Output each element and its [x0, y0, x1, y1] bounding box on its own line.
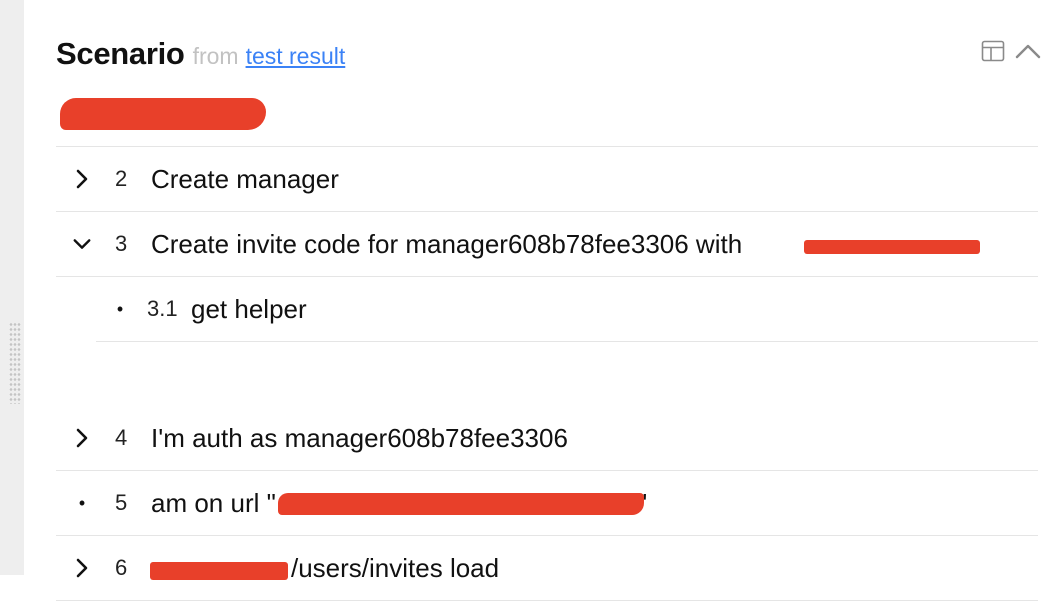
step-text: Create manager — [151, 163, 339, 194]
chevron-up-icon[interactable] — [1015, 42, 1041, 60]
step-row[interactable]: 2 Create manager — [56, 147, 1038, 212]
chevron-down-icon[interactable] — [72, 237, 92, 251]
redacted-text — [804, 240, 980, 254]
header-actions — [981, 40, 1041, 62]
side-rail — [0, 0, 24, 575]
step-row[interactable]: • 5 am on url "" — [56, 471, 1038, 536]
bullet-dot: • — [116, 299, 124, 319]
panel-title: Scenario — [56, 36, 185, 71]
scenario-panel: Scenario from test result 2 Create manag… — [24, 0, 1055, 601]
step-row[interactable]: • 3.1 get helper — [96, 277, 1038, 342]
redacted-scenario-name — [60, 98, 266, 130]
step-row[interactable]: 6 /users/invites load — [56, 536, 1038, 601]
chevron-right-icon[interactable] — [72, 427, 92, 449]
step-text-prefix: am on url " — [151, 487, 276, 518]
step-spacer — [56, 342, 1038, 406]
step-text: Create invite code for manager608b78fee3… — [151, 228, 743, 259]
bullet-dot: • — [78, 493, 86, 513]
step-number: 5 — [115, 490, 128, 515]
step-number: 2 — [115, 166, 128, 191]
layout-panel-icon[interactable] — [981, 40, 1005, 62]
step-row[interactable]: 3 Create invite code for manager608b78fe… — [56, 212, 1038, 277]
test-result-link[interactable]: test result — [246, 43, 346, 70]
step-number: 3 — [115, 231, 128, 256]
redacted-text — [150, 562, 288, 580]
step-number: 6 — [115, 555, 128, 580]
step-text-tail: /users/invites load — [291, 552, 500, 583]
from-label: from — [192, 43, 239, 69]
step-text: get helper — [191, 293, 307, 324]
resize-handle[interactable] — [9, 322, 21, 404]
chevron-right-icon[interactable] — [72, 557, 92, 579]
steps-list: 2 Create manager 3 Create invite code fo… — [56, 146, 1038, 601]
chevron-right-icon[interactable] — [72, 168, 92, 190]
step-row[interactable]: 4 I'm auth as manager608b78fee3306 — [56, 406, 1038, 471]
step-number: 3.1 — [147, 296, 178, 321]
step-number: 4 — [115, 425, 128, 450]
panel-header: Scenario from test result — [56, 36, 345, 72]
redacted-url — [278, 493, 644, 515]
step-text: I'm auth as manager608b78fee3306 — [151, 422, 568, 453]
